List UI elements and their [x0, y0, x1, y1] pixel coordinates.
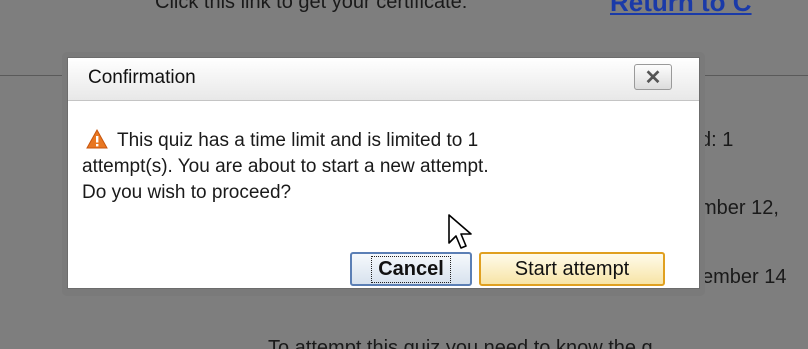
dialog-header: Confirmation ✕: [68, 58, 699, 101]
return-link[interactable]: Return to C: [610, 0, 752, 18]
close-button[interactable]: ✕: [634, 64, 672, 90]
close-date-text: ember 14: [702, 266, 787, 288]
dialog-title: Confirmation: [88, 67, 196, 88]
start-attempt-button[interactable]: Start attempt: [479, 252, 665, 286]
message-text-1: This quiz has a time limit and is limite…: [117, 130, 479, 151]
attempts-allowed-text: d: 1: [700, 129, 734, 151]
start-attempt-label: Start attempt: [514, 257, 630, 280]
message-line-1: This quiz has a time limit and is limite…: [82, 128, 652, 154]
message-line-3: Do you wish to proceed?: [82, 182, 292, 203]
cancel-button-label: Cancel: [371, 255, 451, 283]
cancel-button[interactable]: Cancel: [350, 252, 472, 286]
message-line-2: attempt(s). You are about to start a new…: [82, 156, 489, 177]
quiz-info-text: To attempt this quiz you need to know th…: [268, 337, 653, 349]
dialog-message: This quiz has a time limit and is limite…: [82, 128, 652, 206]
confirmation-dialog: Confirmation ✕ This quiz has a time limi…: [67, 57, 700, 289]
warning-icon: [86, 129, 108, 149]
mouse-cursor-icon: [448, 214, 472, 249]
close-icon: ✕: [644, 66, 662, 89]
open-date-text: mber 12,: [700, 197, 779, 219]
certificate-text: Click this link to get your certificate:: [155, 0, 468, 13]
